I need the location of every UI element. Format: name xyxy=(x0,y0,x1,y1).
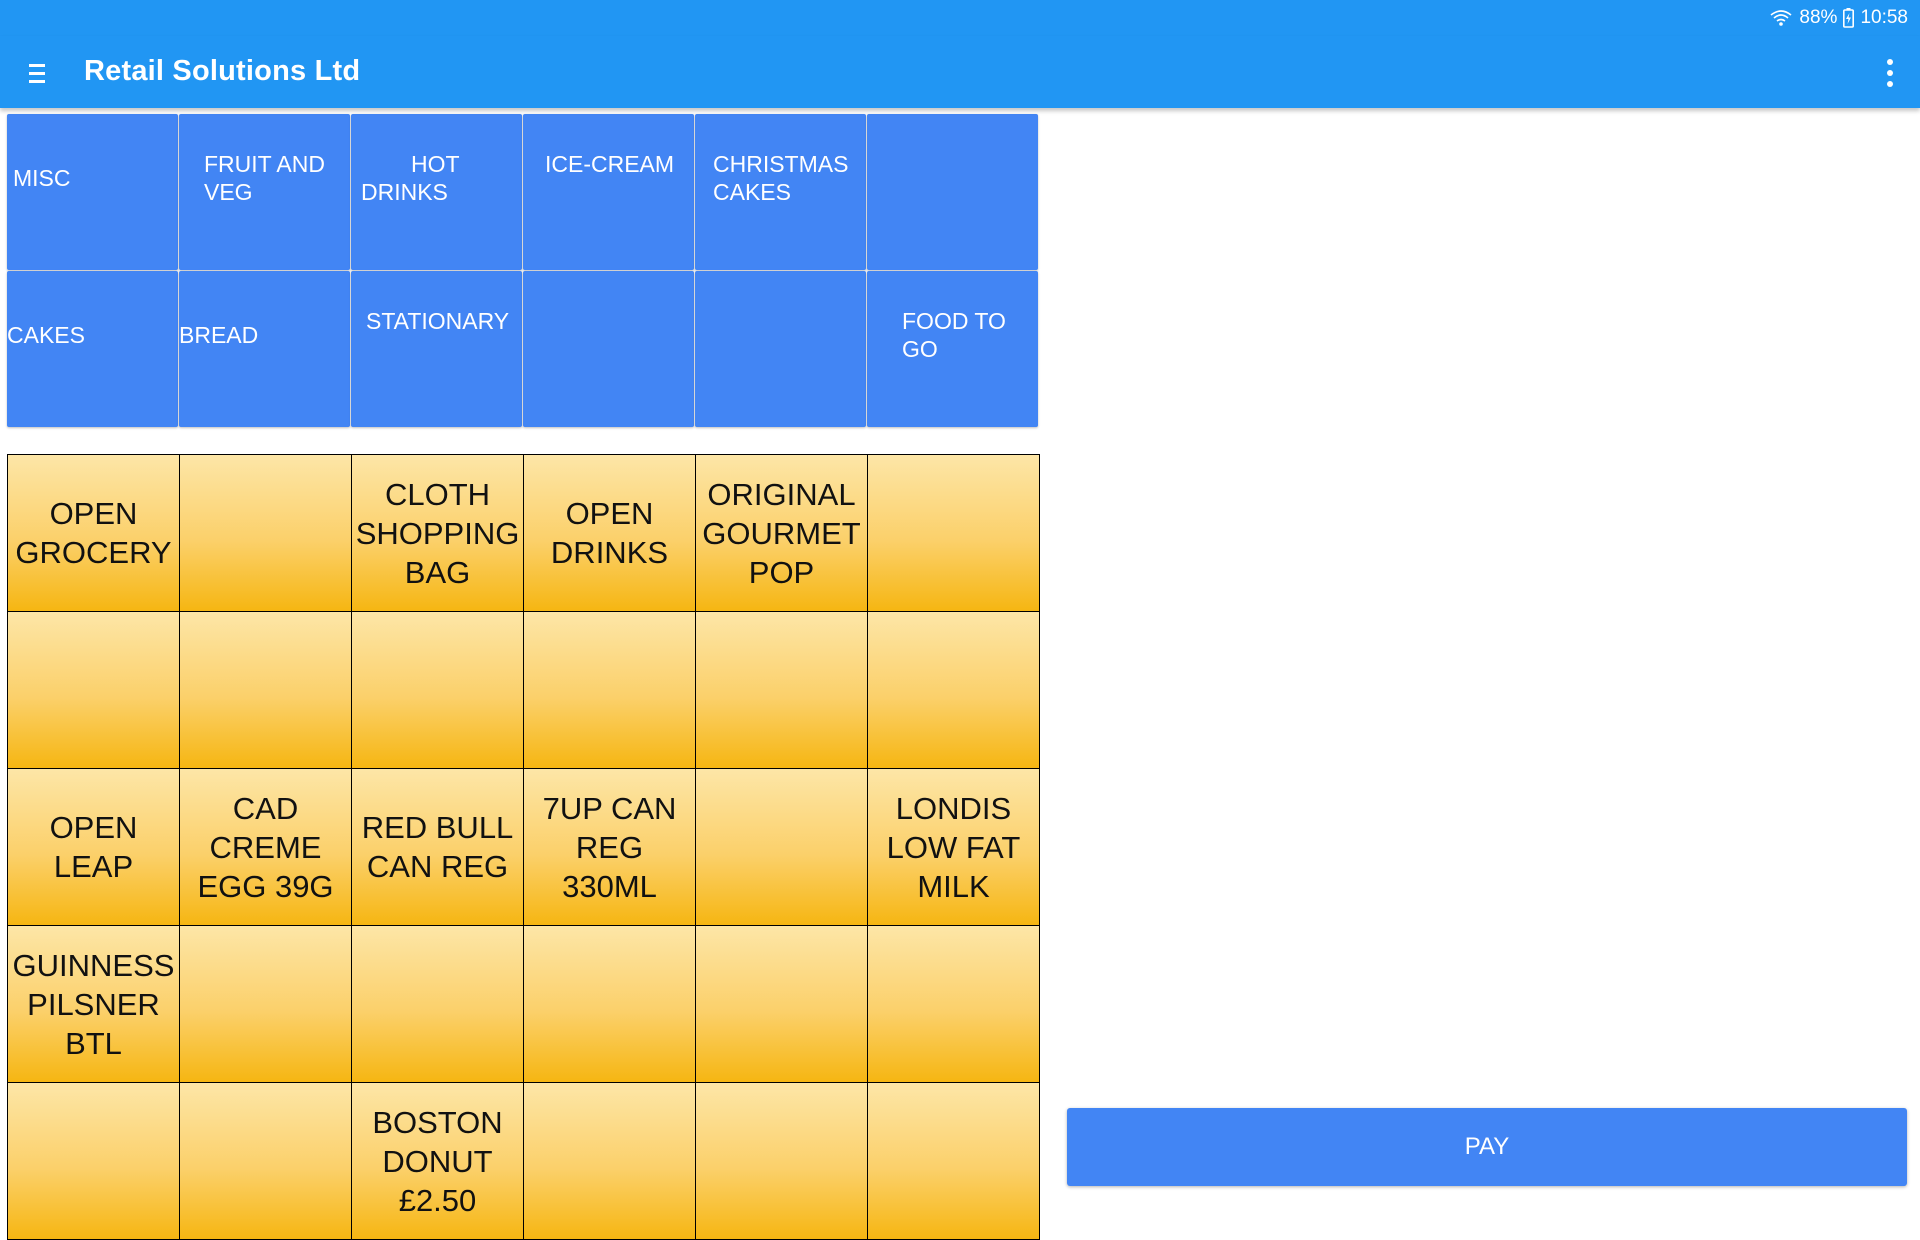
app-title: Retail Solutions Ltd xyxy=(84,55,361,87)
category-button-empty[interactable] xyxy=(523,271,694,427)
category-label: FOOD TO GO xyxy=(902,308,1006,362)
category-label: CHRISTMAS CAKES xyxy=(713,151,849,205)
product-button[interactable]: BOSTON DONUT £2.50 xyxy=(352,1083,524,1240)
product-button[interactable]: GUINNESS PILSNER BTL xyxy=(8,926,180,1083)
product-button[interactable] xyxy=(524,1083,696,1240)
category-button-hot-drinks[interactable]: HOT DRINKS xyxy=(351,114,522,270)
product-button[interactable] xyxy=(524,612,696,769)
pay-button[interactable]: PAY xyxy=(1067,1108,1907,1186)
battery-charging-icon xyxy=(1843,8,1855,28)
category-label: CAKES xyxy=(7,322,85,348)
category-button-empty[interactable] xyxy=(695,271,866,427)
product-button[interactable]: OPEN DRINKS xyxy=(524,455,696,612)
category-button-misc[interactable]: MISC xyxy=(7,114,178,270)
product-button[interactable] xyxy=(868,455,1040,612)
product-button[interactable]: 7UP CAN REG 330ML xyxy=(524,769,696,926)
product-button[interactable] xyxy=(352,612,524,769)
product-button[interactable]: ORIGINAL GOURMET POP xyxy=(696,455,868,612)
app-bar: Retail Solutions Ltd xyxy=(0,36,1920,108)
product-button[interactable] xyxy=(696,1083,868,1240)
category-label: ICE-CREAM xyxy=(545,151,675,177)
product-button[interactable] xyxy=(8,1083,180,1240)
category-button-bread[interactable]: BREAD xyxy=(179,271,350,427)
product-button[interactable] xyxy=(524,926,696,1083)
product-button[interactable]: CLOTH SHOPPING BAG xyxy=(352,455,524,612)
product-button[interactable]: RED BULL CAN REG xyxy=(352,769,524,926)
category-label: STATIONARY xyxy=(366,308,510,334)
product-button[interactable] xyxy=(868,1083,1040,1240)
category-button-food-to-go[interactable]: FOOD TO GO xyxy=(867,271,1038,427)
product-button[interactable]: OPEN GROCERY xyxy=(8,455,180,612)
category-grid: MISC FRUIT AND VEG HOT DRINKS ICE-CREAM … xyxy=(7,114,1038,427)
battery-percent: 88% xyxy=(1799,7,1838,28)
product-button[interactable] xyxy=(180,455,352,612)
product-button[interactable] xyxy=(180,1083,352,1240)
product-button[interactable] xyxy=(696,612,868,769)
category-button-christmas-cakes[interactable]: CHRISTMAS CAKES xyxy=(695,114,866,270)
more-vert-icon[interactable] xyxy=(1878,56,1902,90)
category-button-empty[interactable] xyxy=(867,114,1038,270)
category-label: FRUIT AND VEG xyxy=(204,151,325,205)
status-bar: 88% 10:58 xyxy=(0,0,1920,36)
product-button[interactable] xyxy=(696,769,868,926)
hamburger-menu-icon[interactable] xyxy=(18,54,56,92)
wifi-icon xyxy=(1769,8,1793,28)
category-label: BREAD xyxy=(179,322,259,348)
product-button[interactable] xyxy=(696,926,868,1083)
product-button[interactable] xyxy=(180,612,352,769)
product-button[interactable] xyxy=(868,612,1040,769)
product-button[interactable]: CAD CREME EGG 39G xyxy=(180,769,352,926)
product-button[interactable]: OPEN LEAP xyxy=(8,769,180,926)
category-button-cakes[interactable]: CAKES xyxy=(7,271,178,427)
category-button-ice-cream[interactable]: ICE-CREAM xyxy=(523,114,694,270)
product-button[interactable] xyxy=(180,926,352,1083)
product-button[interactable] xyxy=(8,612,180,769)
category-label: MISC xyxy=(13,165,71,191)
product-grid: OPEN GROCERY CLOTH SHOPPING BAG OPEN DRI… xyxy=(7,454,1040,1240)
clock: 10:58 xyxy=(1860,7,1908,28)
category-label: HOT DRINKS xyxy=(361,151,460,205)
category-button-stationary[interactable]: STATIONARY xyxy=(351,271,522,427)
product-button[interactable] xyxy=(868,926,1040,1083)
product-button[interactable] xyxy=(352,926,524,1083)
product-button[interactable]: LONDIS LOW FAT MILK xyxy=(868,769,1040,926)
category-button-fruit-and-veg[interactable]: FRUIT AND VEG xyxy=(179,114,350,270)
